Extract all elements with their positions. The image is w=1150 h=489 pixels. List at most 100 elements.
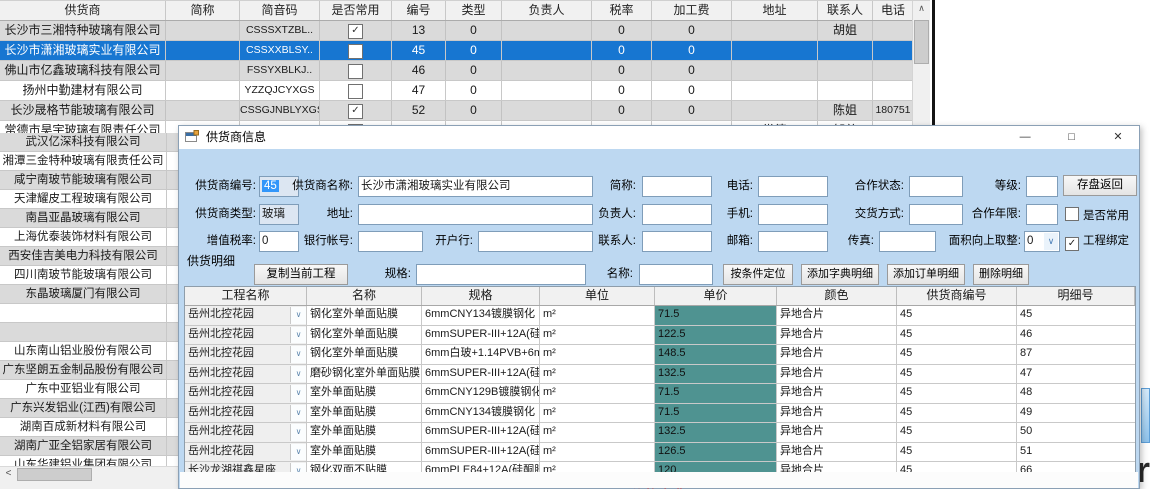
detail-supplier-no-cell[interactable]: 45 xyxy=(897,423,1017,442)
detail-no-cell[interactable]: 47 xyxy=(1017,365,1135,384)
detail-price-cell[interactable]: 126.5 xyxy=(655,443,777,462)
supplier-list-item[interactable]: 西安佳吉美电力科技有限公司 xyxy=(0,247,178,266)
detail-no-cell[interactable]: 46 xyxy=(1017,326,1135,345)
detail-color-cell[interactable]: 异地合片 xyxy=(777,404,897,423)
supplier-list-item[interactable]: 咸宁南玻节能玻璃有限公司 xyxy=(0,171,178,190)
column-header-no[interactable]: 编号 xyxy=(392,1,446,20)
detail-color-cell[interactable]: 异地合片 xyxy=(777,345,897,364)
maximize-icon[interactable]: □ xyxy=(1051,126,1093,149)
detail-supplier-no-cell[interactable]: 45 xyxy=(897,365,1017,384)
detail-supplier-no-cell[interactable]: 45 xyxy=(897,384,1017,403)
detail-name-cell[interactable]: 钢化室外单面贴膜 xyxy=(307,345,422,364)
detail-no-cell[interactable]: 49 xyxy=(1017,404,1135,423)
horizontal-scrollbar[interactable]: < xyxy=(0,466,178,482)
supplier-row[interactable]: 长沙晟格节能玻璃有限公司 CSSGJNBLYXGS ✓ 52 0 0 0 陈姐 … xyxy=(0,101,930,121)
minimize-icon[interactable]: — xyxy=(1004,126,1046,149)
phone-input[interactable] xyxy=(758,176,828,197)
column-header-phone[interactable]: 电话 xyxy=(873,1,913,20)
detail-spec-cell[interactable]: 6mm白玻+1.14PVB+6mm... xyxy=(422,345,540,364)
column-header-spec[interactable]: 规格 xyxy=(422,287,540,305)
detail-name-cell[interactable]: 室外单面贴膜 xyxy=(307,443,422,462)
detail-name-cell[interactable]: 室外单面贴膜 xyxy=(307,423,422,442)
coop-status-input[interactable] xyxy=(909,176,963,197)
locate-button[interactable]: 按条件定位 xyxy=(723,264,793,285)
column-header-project[interactable]: 工程名称 xyxy=(185,287,307,305)
project-combo[interactable]: 岳州北控花园∨ xyxy=(185,384,307,403)
bank-account-input[interactable] xyxy=(358,231,423,252)
detail-unit-cell[interactable]: m² xyxy=(540,423,655,442)
column-header-unit[interactable]: 单位 xyxy=(540,287,655,305)
common-checkbox[interactable]: ✓ xyxy=(348,24,363,39)
supplier-list-item[interactable]: 四川南玻节能玻璃有限公司 xyxy=(0,266,178,285)
project-combo[interactable]: 岳州北控花园∨ xyxy=(185,423,307,442)
supplier-list-item[interactable]: 东晶玻璃厦门有限公司 xyxy=(0,285,178,304)
scrollbar-thumb[interactable] xyxy=(914,20,929,64)
supplier-list-item[interactable]: 广东中亚铝业有限公司 xyxy=(0,380,178,399)
grade-input[interactable] xyxy=(1026,176,1058,197)
supplier-row[interactable]: 扬州中勤建材有限公司 YZZQJCYXGS 47 0 0 0 xyxy=(0,81,930,101)
supplier-list-item[interactable]: 山东南山铝业股份有限公司 xyxy=(0,342,178,361)
common-checkbox[interactable] xyxy=(348,44,363,59)
detail-no-cell[interactable]: 51 xyxy=(1017,443,1135,462)
detail-color-cell[interactable]: 异地合片 xyxy=(777,365,897,384)
column-header-fee[interactable]: 加工费 xyxy=(652,1,732,20)
detail-spec-cell[interactable]: 6mmSUPER-III+12A(硅... xyxy=(422,423,540,442)
detail-spec-cell[interactable]: 6mmSUPER-III+12A(硅... xyxy=(422,326,540,345)
supplier-row-selected[interactable]: 长沙市潇湘玻璃实业有限公司 CSSXXBLSY.. 45 0 0 0 xyxy=(0,41,930,61)
area-roundup-combo[interactable]: 0∨ xyxy=(1024,231,1060,252)
detail-price-cell[interactable]: 132.5 xyxy=(655,365,777,384)
supplier-list-item[interactable]: 南昌亚晶玻璃有限公司 xyxy=(0,209,178,228)
column-header-color[interactable]: 颜色 xyxy=(777,287,897,305)
detail-price-cell[interactable]: 71.5 xyxy=(655,384,777,403)
detail-supplier-no-cell[interactable]: 45 xyxy=(897,404,1017,423)
detail-spec-cell[interactable]: 6mmSUPER-III+12A(硅... xyxy=(422,365,540,384)
detail-unit-cell[interactable]: m² xyxy=(540,404,655,423)
supplier-list-item[interactable]: 上海优泰装饰材料有限公司 xyxy=(0,228,178,247)
detail-color-cell[interactable]: 异地合片 xyxy=(777,384,897,403)
add-dict-detail-button[interactable]: 添加字典明细 xyxy=(801,264,879,285)
column-header-supplier-no[interactable]: 供货商编号 xyxy=(897,287,1017,305)
common-checkbox[interactable] xyxy=(348,64,363,79)
project-combo[interactable]: 岳州北控花园∨ xyxy=(185,306,307,325)
supplier-list-item[interactable] xyxy=(0,323,178,342)
supplier-row[interactable]: 佛山市亿鑫玻璃科技有限公司 FSSYXBLKJ.. 46 0 0 0 xyxy=(0,61,930,81)
column-header-manager[interactable]: 负责人 xyxy=(502,1,592,20)
detail-color-cell[interactable]: 异地合片 xyxy=(777,443,897,462)
project-combo[interactable]: 岳州北控花园∨ xyxy=(185,365,307,384)
detail-name-cell[interactable]: 钢化室外单面贴膜 xyxy=(307,326,422,345)
detail-color-cell[interactable]: 异地合片 xyxy=(777,306,897,325)
detail-spec-cell[interactable]: 6mmSUPER-III+12A(硅... xyxy=(422,443,540,462)
detail-unit-cell[interactable]: m² xyxy=(540,345,655,364)
detail-supplier-no-cell[interactable]: 45 xyxy=(897,306,1017,325)
supplier-list-item[interactable] xyxy=(0,304,178,323)
copy-project-button[interactable]: 复制当前工程 xyxy=(254,264,348,285)
detail-no-cell[interactable]: 48 xyxy=(1017,384,1135,403)
supplier-list-item[interactable]: 湖南广亚全铝家居有限公司 xyxy=(0,437,178,456)
detail-unit-cell[interactable]: m² xyxy=(540,384,655,403)
is-common-checkbox[interactable]: 是否常用 xyxy=(1065,207,1129,223)
column-header-type[interactable]: 类型 xyxy=(446,1,502,20)
detail-price-cell[interactable]: 71.5 xyxy=(655,306,777,325)
column-header-price[interactable]: 单价 xyxy=(655,287,777,305)
detail-name-cell[interactable]: 室外单面贴膜 xyxy=(307,384,422,403)
column-header-contact[interactable]: 联系人 xyxy=(818,1,873,20)
name-filter-input[interactable] xyxy=(639,264,713,285)
supplier-list-item[interactable]: 湖南百成新材料有限公司 xyxy=(0,418,178,437)
supplier-list-item[interactable]: 广东坚朗五金制品股份有限公司 xyxy=(0,361,178,380)
supplier-list-item[interactable]: 广东兴发铝业(江西)有限公司 xyxy=(0,399,178,418)
column-header-rate[interactable]: 税率 xyxy=(592,1,652,20)
common-checkbox[interactable]: ✓ xyxy=(348,104,363,119)
column-header-name[interactable]: 名称 xyxy=(307,287,422,305)
scroll-left-icon[interactable]: < xyxy=(0,467,17,482)
scroll-up-icon[interactable]: ∧ xyxy=(913,1,930,18)
supplier-list-item[interactable]: 武汉亿深科技有限公司 xyxy=(0,133,178,152)
delete-detail-button[interactable]: 删除明细 xyxy=(973,264,1029,285)
detail-no-cell[interactable]: 45 xyxy=(1017,306,1135,325)
detail-price-cell[interactable]: 132.5 xyxy=(655,423,777,442)
dialog-titlebar[interactable]: 供货商信息 — □ ✕ xyxy=(179,126,1139,150)
detail-spec-cell[interactable]: 6mmCNY134镀膜钢化 xyxy=(422,404,540,423)
detail-unit-cell[interactable]: m² xyxy=(540,443,655,462)
save-return-button[interactable]: 存盘返回 xyxy=(1063,175,1137,196)
coop-years-input[interactable] xyxy=(1026,204,1058,225)
supplier-row[interactable]: 长沙市三湘特种玻璃有限公司 CSSSXTZBL.. ✓ 13 0 0 0 胡姐 xyxy=(0,21,930,41)
